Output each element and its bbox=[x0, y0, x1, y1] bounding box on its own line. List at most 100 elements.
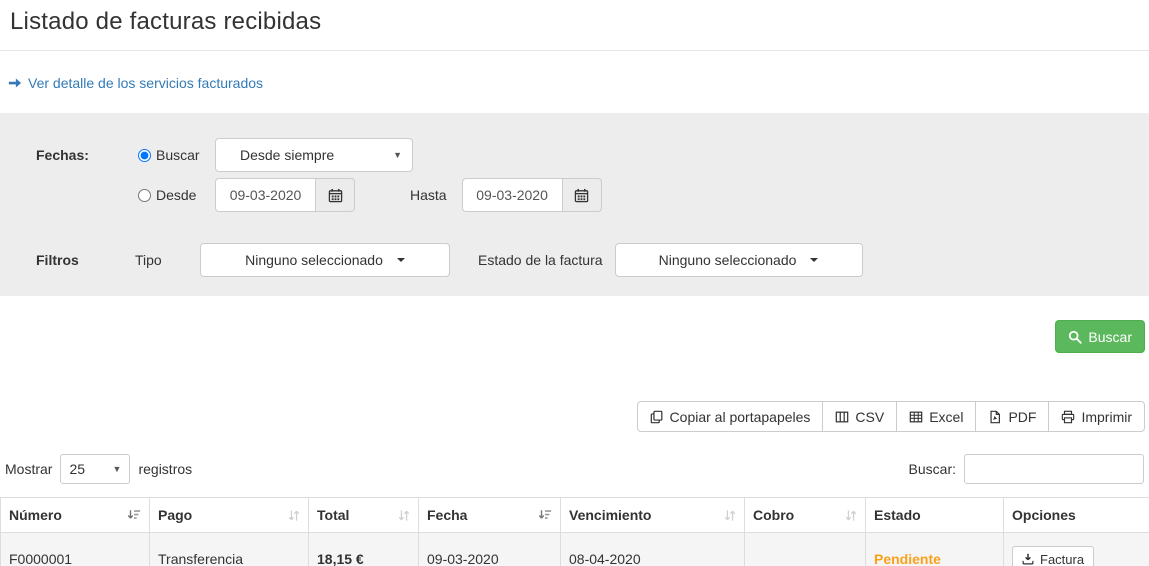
table-search-input[interactable] bbox=[964, 454, 1144, 484]
radio-buscar-option[interactable]: Buscar bbox=[138, 147, 200, 163]
sort-amount-icon bbox=[538, 509, 552, 522]
column-header-cobro[interactable]: Cobro bbox=[745, 498, 866, 533]
select-arrow-icon: ▼ bbox=[113, 464, 122, 474]
sort-both-icon bbox=[398, 509, 410, 522]
column-header-estado[interactable]: Estado bbox=[866, 498, 1004, 533]
column-label: Estado bbox=[874, 507, 921, 523]
column-header-numero[interactable]: Número bbox=[1, 498, 150, 533]
column-header-fecha[interactable]: Fecha bbox=[419, 498, 561, 533]
page-header: Listado de facturas recibidas bbox=[0, 0, 1149, 46]
cell-cobro bbox=[745, 533, 866, 566]
fechas-row-desde: Desde Hasta bbox=[0, 175, 1149, 215]
table-header-row: Número Pago Total Fecha bbox=[1, 498, 1149, 533]
column-header-opciones: Opciones bbox=[1004, 498, 1149, 533]
date-from-input[interactable] bbox=[215, 178, 315, 212]
table-row: F0000001 Transferencia 18,15 € 09-03-202… bbox=[1, 533, 1149, 566]
sort-both-icon bbox=[288, 509, 300, 522]
estado-dropdown[interactable]: Ninguno seleccionado bbox=[615, 243, 863, 277]
download-factura-button[interactable]: Factura bbox=[1012, 546, 1094, 566]
fechas-row-buscar: Fechas: Buscar Desde siempre ▼ bbox=[0, 135, 1149, 175]
caret-down-icon bbox=[397, 258, 405, 262]
factura-button-label: Factura bbox=[1040, 552, 1084, 566]
filter-gap bbox=[0, 215, 1149, 240]
date-to-input[interactable] bbox=[462, 178, 562, 212]
cell-numero: F0000001 bbox=[1, 533, 150, 566]
arrow-right-icon bbox=[8, 76, 22, 90]
radio-desde-option[interactable]: Desde bbox=[138, 187, 200, 203]
date-from-group bbox=[215, 178, 355, 212]
excel-table-icon bbox=[909, 410, 923, 424]
table-controls: Mostrar 25 ▼ registros Buscar: bbox=[0, 432, 1149, 484]
select-arrow-icon: ▼ bbox=[393, 150, 402, 160]
invoices-table: Número Pago Total Fecha bbox=[0, 497, 1149, 566]
filter-panel: Fechas: Buscar Desde siempre ▼ Desde bbox=[0, 113, 1149, 296]
mostrar-label: Mostrar bbox=[5, 461, 52, 477]
csv-columns-icon bbox=[835, 410, 849, 424]
period-select-value: Desde siempre bbox=[240, 147, 334, 163]
column-header-vencimiento[interactable]: Vencimiento bbox=[561, 498, 745, 533]
status-badge: Pendiente bbox=[866, 533, 1004, 566]
copy-icon bbox=[650, 410, 664, 424]
column-label: Vencimiento bbox=[569, 507, 651, 523]
calendar-icon[interactable] bbox=[562, 178, 602, 212]
sort-both-icon bbox=[845, 509, 857, 522]
cell-total: 18,15 € bbox=[309, 533, 419, 566]
pdf-export-button[interactable]: PDF bbox=[975, 401, 1049, 432]
column-label: Número bbox=[9, 507, 62, 523]
excel-button-label: Excel bbox=[929, 409, 963, 425]
pdf-button-label: PDF bbox=[1008, 409, 1036, 425]
page-length-select[interactable]: 25 ▼ bbox=[60, 454, 130, 484]
column-header-total[interactable]: Total bbox=[309, 498, 419, 533]
tipo-label: Tipo bbox=[135, 252, 200, 268]
column-header-pago[interactable]: Pago bbox=[150, 498, 309, 533]
csv-button-label: CSV bbox=[855, 409, 884, 425]
radio-desde[interactable] bbox=[138, 189, 151, 202]
radio-buscar[interactable] bbox=[138, 149, 151, 162]
search-icon bbox=[1068, 330, 1082, 344]
print-button[interactable]: Imprimir bbox=[1048, 401, 1145, 432]
radio-desde-label: Desde bbox=[156, 187, 196, 203]
registros-label: registros bbox=[138, 461, 192, 477]
hasta-label: Hasta bbox=[410, 187, 447, 203]
buscar-button[interactable]: Buscar bbox=[1055, 320, 1145, 353]
csv-export-button[interactable]: CSV bbox=[822, 401, 897, 432]
estado-factura-label: Estado de la factura bbox=[478, 252, 603, 268]
detail-link-row: Ver detalle de los servicios facturados bbox=[0, 51, 1149, 91]
page-length-control: Mostrar 25 ▼ registros bbox=[5, 454, 192, 484]
print-button-label: Imprimir bbox=[1081, 409, 1132, 425]
tipo-dropdown-value: Ninguno seleccionado bbox=[245, 252, 383, 268]
excel-export-button[interactable]: Excel bbox=[896, 401, 976, 432]
copy-button-label: Copiar al portapapeles bbox=[670, 409, 811, 425]
fechas-label: Fechas: bbox=[0, 147, 110, 163]
radio-buscar-label: Buscar bbox=[156, 147, 200, 163]
download-icon bbox=[1022, 553, 1034, 565]
column-label: Fecha bbox=[427, 507, 467, 523]
filtros-label: Filtros bbox=[0, 252, 110, 268]
calendar-icon[interactable] bbox=[315, 178, 355, 212]
column-label: Pago bbox=[158, 507, 192, 523]
caret-down-icon bbox=[810, 258, 818, 262]
page-length-value: 25 bbox=[69, 461, 85, 477]
table-search-control: Buscar: bbox=[909, 454, 1144, 484]
tipo-dropdown[interactable]: Ninguno seleccionado bbox=[200, 243, 450, 277]
cell-pago: Transferencia bbox=[150, 533, 309, 566]
estado-dropdown-value: Ninguno seleccionado bbox=[659, 252, 797, 268]
column-label: Cobro bbox=[753, 507, 794, 523]
sort-both-icon bbox=[724, 509, 736, 522]
date-to-group bbox=[462, 178, 602, 212]
page-title: Listado de facturas recibidas bbox=[10, 8, 1139, 36]
filtros-row: Filtros Tipo Ninguno seleccionado Estado… bbox=[0, 240, 1149, 280]
cell-vencimiento: 08-04-2020 bbox=[561, 533, 745, 566]
cell-fecha: 09-03-2020 bbox=[419, 533, 561, 566]
copy-to-clipboard-button[interactable]: Copiar al portapapeles bbox=[637, 401, 824, 432]
sort-amount-icon bbox=[127, 509, 141, 522]
cell-opciones: Factura bbox=[1004, 533, 1149, 566]
printer-icon bbox=[1061, 410, 1075, 424]
pdf-file-icon bbox=[988, 410, 1002, 424]
table-search-label: Buscar: bbox=[909, 461, 956, 477]
column-label: Opciones bbox=[1012, 507, 1076, 523]
buscar-button-label: Buscar bbox=[1088, 329, 1132, 345]
column-label: Total bbox=[317, 507, 349, 523]
period-select[interactable]: Desde siempre ▼ bbox=[215, 138, 413, 172]
detail-services-link[interactable]: Ver detalle de los servicios facturados bbox=[28, 75, 263, 91]
